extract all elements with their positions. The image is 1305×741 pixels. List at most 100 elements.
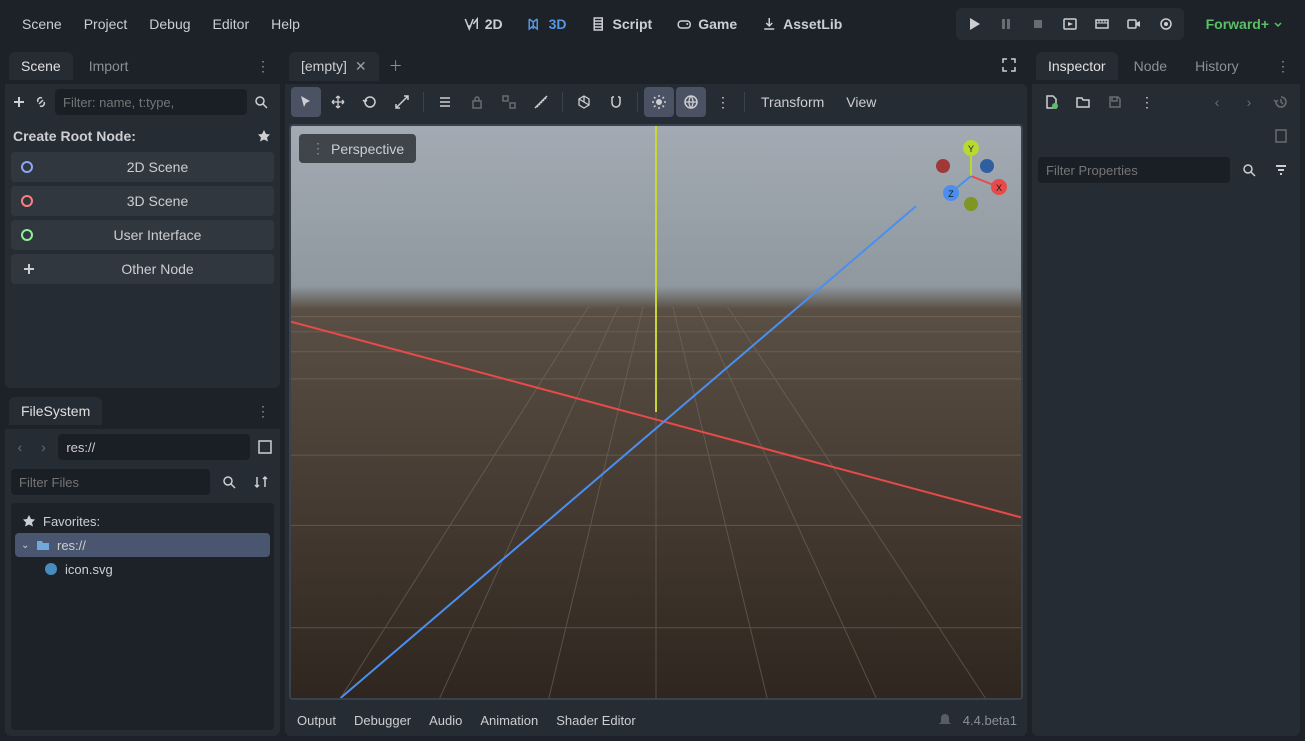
mode-3d-button[interactable]: 3D (517, 10, 577, 38)
camera-icon (1158, 16, 1174, 32)
tab-import[interactable]: Import (77, 52, 141, 80)
view-menu[interactable]: View (836, 88, 886, 116)
group-button[interactable] (494, 87, 524, 117)
new-resource-button[interactable] (1038, 89, 1064, 115)
animation-button[interactable]: Animation (480, 713, 538, 728)
lock-button[interactable] (462, 87, 492, 117)
renderer-selector[interactable]: Forward+ (1196, 10, 1293, 38)
mode-2d-button[interactable]: 2D (453, 10, 513, 38)
scale-tool-button[interactable] (387, 87, 417, 117)
menu-editor[interactable]: Editor (203, 10, 260, 38)
scene-panel-menu[interactable]: ⋮ (250, 54, 276, 79)
fs-sort-button[interactable] (248, 469, 274, 495)
fs-tree: Favorites: ⌄ res:// icon.svg (11, 503, 274, 730)
debugger-button[interactable]: Debugger (354, 713, 411, 728)
fs-root-row[interactable]: ⌄ res:// (15, 533, 270, 557)
environment-preview-button[interactable] (676, 87, 706, 117)
move-tool-button[interactable] (323, 87, 353, 117)
play-scene-icon (1062, 16, 1078, 32)
distraction-free-button[interactable] (995, 51, 1023, 82)
tab-inspector[interactable]: Inspector (1036, 52, 1118, 80)
fs-filter-input[interactable] (11, 469, 210, 495)
pause-button[interactable] (990, 10, 1022, 38)
create-2d-scene-button[interactable]: 2D Scene (11, 152, 274, 182)
instance-scene-button[interactable] (33, 89, 49, 115)
inspector-filter-input[interactable] (1038, 157, 1230, 183)
inspector-filter-row (1032, 152, 1300, 188)
inspector-panel-menu[interactable]: ⋮ (1270, 54, 1296, 79)
close-tab-button[interactable]: ✕ (355, 58, 367, 75)
fs-file-row[interactable]: icon.svg (15, 557, 270, 581)
load-resource-button[interactable] (1070, 89, 1096, 115)
play-scene-button[interactable] (1054, 10, 1086, 38)
viewport-options-button[interactable]: ⋮ (708, 87, 738, 117)
play-icon (966, 16, 982, 32)
ruler-tool-button[interactable] (526, 87, 556, 117)
tab-node[interactable]: Node (1122, 52, 1179, 80)
stop-button[interactable] (1022, 10, 1054, 38)
fs-forward-button[interactable]: › (35, 434, 53, 460)
fs-back-button[interactable]: ‹ (11, 434, 29, 460)
inspector-history-button[interactable] (1268, 89, 1294, 115)
scene-tab-bar: [empty] ✕ ＋ (285, 48, 1027, 84)
mode-assetlib-button[interactable]: AssetLib (751, 10, 852, 38)
add-scene-tab-button[interactable]: ＋ (383, 50, 409, 82)
tab-history[interactable]: History (1183, 52, 1251, 80)
camera-override-button[interactable] (1150, 10, 1182, 38)
audio-button[interactable]: Audio (429, 713, 462, 728)
inspector-extra-button[interactable]: ⋮ (1134, 89, 1160, 115)
perspective-button[interactable]: ⋮ Perspective (299, 134, 416, 163)
transform-menu[interactable]: Transform (751, 88, 834, 116)
scene-tab-empty[interactable]: [empty] ✕ (289, 52, 379, 81)
shader-editor-button[interactable]: Shader Editor (556, 713, 636, 728)
list-select-button[interactable] (430, 87, 460, 117)
create-ui-button[interactable]: User Interface (11, 220, 274, 250)
search-icon (1241, 162, 1257, 178)
open-docs-button[interactable] (1268, 123, 1294, 149)
axis-gizmo[interactable]: X Y Z (931, 136, 1011, 216)
menu-project[interactable]: Project (74, 10, 138, 38)
inspector-forward-button[interactable]: › (1236, 89, 1262, 115)
inspector-search-button[interactable] (1236, 157, 1262, 183)
create-3d-scene-button[interactable]: 3D Scene (11, 186, 274, 216)
inspector-filter-options-button[interactable] (1268, 157, 1294, 183)
movie-maker-button[interactable] (1118, 10, 1150, 38)
sun-preview-button[interactable] (644, 87, 674, 117)
filesystem-panel-tabs: FileSystem ⋮ (5, 393, 280, 429)
script-icon (591, 16, 607, 32)
add-node-button[interactable] (11, 89, 27, 115)
fs-search-button[interactable] (216, 469, 242, 495)
save-resource-button[interactable] (1102, 89, 1128, 115)
fs-favorites-row[interactable]: Favorites: (15, 509, 270, 533)
mode-game-button[interactable]: Game (666, 10, 747, 38)
filesystem-panel-menu[interactable]: ⋮ (250, 399, 276, 424)
scene-filter-input[interactable] (55, 89, 247, 115)
snap-button[interactable] (601, 87, 631, 117)
local-space-button[interactable] (569, 87, 599, 117)
menu-help[interactable]: Help (261, 10, 310, 38)
center-dock: [empty] ✕ ＋ (285, 48, 1027, 736)
expand-toggle[interactable]: ⌄ (21, 540, 29, 551)
bell-icon[interactable] (937, 712, 953, 728)
viewport-3d[interactable]: ⋮ Perspective X Y Z (289, 124, 1023, 700)
play-button[interactable] (958, 10, 990, 38)
output-button[interactable]: Output (297, 713, 336, 728)
viewport-scene (291, 126, 1021, 698)
scene-panel: Scene Import ⋮ ⋮ Create Root Node: 2D Sc… (5, 48, 280, 388)
scene-options-button[interactable]: ⋮ (275, 89, 280, 115)
create-other-button[interactable]: Other Node (11, 254, 274, 284)
inspector-back-button[interactable]: ‹ (1204, 89, 1230, 115)
tab-filesystem[interactable]: FileSystem (9, 397, 102, 425)
mode-script-button[interactable]: Script (581, 10, 663, 38)
scene-search-button[interactable] (253, 89, 269, 115)
menu-debug[interactable]: Debug (139, 10, 200, 38)
fs-split-toggle[interactable] (256, 434, 274, 460)
favorite-icon[interactable] (256, 128, 272, 144)
menu-scene[interactable]: Scene (12, 10, 72, 38)
main-area: Scene Import ⋮ ⋮ Create Root Node: 2D Sc… (0, 48, 1305, 741)
play-custom-button[interactable] (1086, 10, 1118, 38)
rotate-tool-button[interactable] (355, 87, 385, 117)
tab-scene[interactable]: Scene (9, 52, 73, 80)
fs-path-input[interactable] (58, 434, 250, 460)
select-tool-button[interactable] (291, 87, 321, 117)
